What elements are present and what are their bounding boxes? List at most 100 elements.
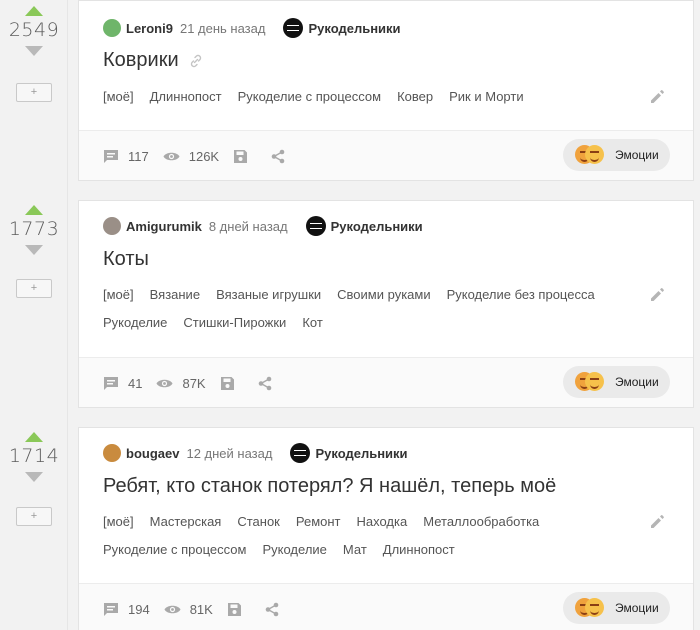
community-name[interactable]: Рукодельники: [308, 21, 400, 36]
community-name[interactable]: Рукодельники: [331, 219, 423, 234]
edit-pencil-icon[interactable]: [649, 514, 665, 530]
post-date[interactable]: 8 дней назад: [209, 219, 288, 234]
upvote-arrow-icon[interactable]: [25, 6, 43, 16]
share-button[interactable]: [258, 376, 281, 391]
share-icon: [271, 149, 285, 163]
tag[interactable]: Рукоделие с процессом: [238, 83, 381, 111]
tag[interactable]: Станок: [237, 508, 280, 536]
community-logo-icon[interactable]: [290, 443, 311, 463]
tag[interactable]: Рукоделие: [262, 536, 326, 564]
save-button[interactable]: [220, 376, 244, 391]
downvote-arrow-icon[interactable]: [25, 245, 43, 255]
tag[interactable]: Металлообработка: [423, 508, 539, 536]
link-icon[interactable]: [189, 54, 203, 68]
edit-pencil-icon[interactable]: [649, 287, 665, 303]
tag[interactable]: Длиннопост: [383, 536, 455, 564]
community-name[interactable]: Рукодельники: [315, 446, 407, 461]
save-icon: [220, 376, 234, 390]
post-date[interactable]: 12 дней назад: [186, 446, 272, 461]
emotions-label: Эмоции: [615, 601, 659, 615]
vote-column: 1773 +: [0, 205, 68, 298]
emotion-faces-icon: [575, 598, 607, 618]
author-name[interactable]: Amigurumik: [126, 219, 202, 234]
tag[interactable]: Мастерская: [150, 508, 222, 536]
story-meta: bougaev 12 дней назад Рукодельники: [103, 442, 408, 464]
emotions-button[interactable]: Эмоции: [563, 139, 670, 171]
tag[interactable]: Мат: [343, 536, 367, 564]
add-to-favorites-button[interactable]: +: [16, 83, 52, 102]
story-footer: 41 87K Эмоции: [79, 357, 693, 407]
tag-list: [моё] Вязание Вязаные игрушки Своими руками…: [103, 281, 643, 337]
downvote-arrow-icon[interactable]: [25, 472, 43, 482]
author-name[interactable]: bougaev: [126, 446, 179, 461]
vote-column: 1714 +: [0, 432, 68, 526]
vote-column: 2549 +: [0, 6, 68, 102]
tag[interactable]: Рукоделие с процессом: [103, 536, 246, 564]
tag[interactable]: [моё]: [103, 83, 134, 111]
tag[interactable]: Стишки-Пирожки: [183, 309, 286, 337]
comment-icon: [104, 376, 118, 390]
comments-stat[interactable]: 41: [103, 376, 142, 391]
views-count: 81K: [189, 601, 213, 617]
emotions-button[interactable]: Эмоции: [563, 366, 670, 398]
tag[interactable]: Рукоделие без процесса: [447, 281, 595, 309]
tag[interactable]: [моё]: [103, 508, 134, 536]
story-title-text[interactable]: Ребят, кто станок потерял? Я нашёл, тепе…: [103, 475, 556, 498]
community-logo-icon[interactable]: [283, 18, 304, 38]
plus-icon: +: [30, 86, 38, 98]
comments-stat[interactable]: 117: [103, 149, 149, 164]
save-button[interactable]: [227, 602, 251, 617]
views-stat: 126K: [163, 149, 219, 164]
tag[interactable]: Вязаные игрушки: [216, 281, 321, 309]
rating: 1773: [8, 218, 60, 240]
emotion-faces-icon: [575, 145, 607, 165]
story-title-text[interactable]: Коты: [103, 248, 149, 271]
emotions-label: Эмоции: [615, 148, 659, 162]
story-meta: Amigurumik 8 дней назад Рукодельники: [103, 215, 423, 237]
share-icon: [265, 602, 279, 616]
add-to-favorites-button[interactable]: +: [16, 279, 52, 298]
save-icon: [234, 149, 248, 163]
share-button[interactable]: [265, 602, 288, 617]
tag[interactable]: Своими руками: [337, 281, 430, 309]
upvote-arrow-icon[interactable]: [25, 432, 43, 442]
save-button[interactable]: [233, 149, 257, 164]
tag[interactable]: Ремонт: [296, 508, 341, 536]
eye-icon: [163, 152, 180, 160]
story-footer: 194 81K Эмоции: [79, 583, 693, 630]
comments-stat[interactable]: 194: [103, 602, 150, 617]
story-title: Ребят, кто станок потерял? Я нашёл, тепе…: [103, 475, 556, 498]
story-card: Leroni9 21 день назад Рукодельники Коври…: [78, 0, 694, 181]
tag[interactable]: Находка: [357, 508, 408, 536]
rating: 1714: [8, 445, 60, 467]
edit-pencil-icon[interactable]: [649, 89, 665, 105]
story-stats: 41 87K: [103, 358, 295, 408]
tag[interactable]: Вязание: [150, 281, 200, 309]
comments-count: 41: [128, 375, 143, 391]
post-date[interactable]: 21 день назад: [180, 21, 266, 36]
comment-icon: [104, 602, 118, 616]
story-title: Коты: [103, 248, 149, 271]
tag[interactable]: Длиннопост: [150, 83, 222, 111]
tag-list: [моё] Длиннопост Рукоделие с процессом Кове…: [103, 83, 643, 111]
knitting-avatar[interactable]: [103, 217, 121, 235]
story-title-text[interactable]: Коврики: [103, 49, 179, 72]
share-button[interactable]: [271, 149, 294, 164]
tag[interactable]: Кот: [302, 309, 322, 337]
green-cat-avatar[interactable]: [103, 19, 121, 37]
views-stat: 87K: [156, 376, 206, 391]
tag[interactable]: Рукоделие: [103, 309, 167, 337]
story-stats: 117 126K: [103, 131, 308, 181]
story-footer: 117 126K Эмоции: [79, 130, 693, 180]
add-to-favorites-button[interactable]: +: [16, 507, 52, 526]
upvote-arrow-icon[interactable]: [25, 205, 43, 215]
tag[interactable]: [моё]: [103, 281, 134, 309]
community-logo-icon[interactable]: [305, 216, 326, 236]
author-name[interactable]: Leroni9: [126, 21, 173, 36]
photo-avatar[interactable]: [103, 444, 121, 462]
downvote-arrow-icon[interactable]: [25, 46, 43, 56]
story-card: Amigurumik 8 дней назад Рукодельники Кот…: [78, 200, 694, 408]
tag[interactable]: Рик и Морти: [449, 83, 523, 111]
tag[interactable]: Ковер: [397, 83, 433, 111]
emotions-button[interactable]: Эмоции: [563, 592, 670, 624]
